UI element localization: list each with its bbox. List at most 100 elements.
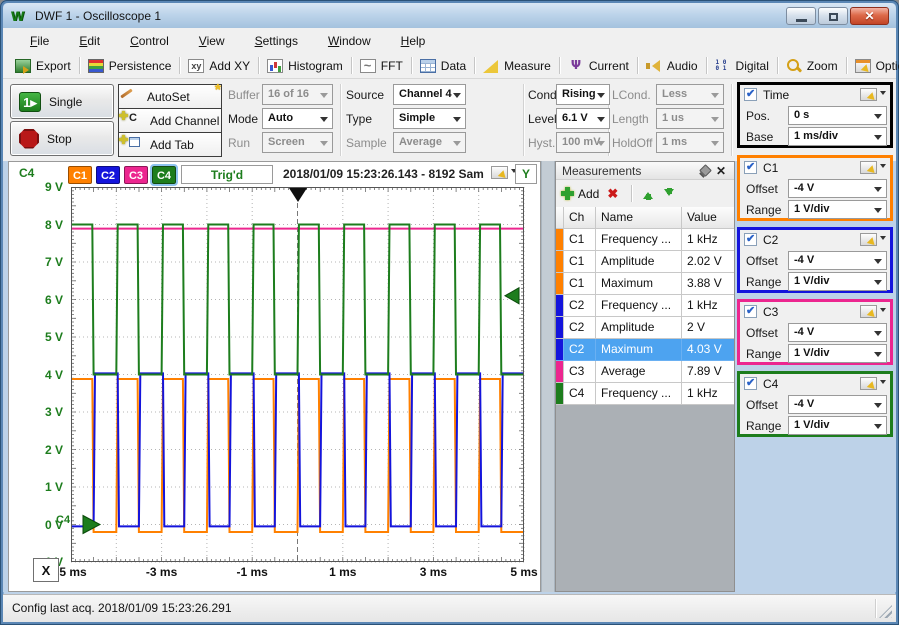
toolbar-measure-button[interactable]: Measure: [477, 57, 557, 75]
combo-hyst[interactable]: 100 mV: [556, 132, 610, 153]
combo-lcond[interactable]: Less: [656, 84, 724, 105]
add-measurement-button[interactable]: Add: [561, 187, 599, 201]
measurement-name: Maximum: [596, 339, 682, 361]
panel-splitter[interactable]: [541, 161, 555, 592]
single-button[interactable]: Single: [10, 84, 114, 119]
y-axis-button[interactable]: Y: [515, 164, 537, 184]
y-axis-channel-label: C4: [19, 166, 34, 180]
toolbar-addxy-button[interactable]: Add XY: [182, 57, 256, 75]
toolbar-audio-button[interactable]: Audio: [640, 57, 704, 75]
add-channel-button[interactable]: Add Channel: [118, 108, 222, 133]
combo-cond[interactable]: Rising: [556, 84, 610, 105]
toolbar-current-button[interactable]: Current: [562, 57, 635, 75]
toolbar-data-button[interactable]: Data: [414, 57, 472, 75]
audio-speaker-icon: [646, 59, 662, 73]
x-axis-button[interactable]: X: [33, 558, 59, 582]
panel-combo-c2-offset[interactable]: -4 V: [788, 251, 887, 270]
measurement-row[interactable]: C2Frequency ...1 kHz: [556, 295, 734, 317]
minimize-button[interactable]: [786, 7, 816, 25]
toolbar-persistence-button[interactable]: Persistence: [82, 57, 178, 75]
menu-item-edit[interactable]: Edit: [66, 31, 113, 51]
combo-run[interactable]: Screen: [262, 132, 333, 153]
pin-icon[interactable]: [698, 165, 710, 177]
channel-button-c4[interactable]: C4: [152, 166, 176, 184]
menu-item-file[interactable]: File: [17, 31, 62, 51]
column-header-value[interactable]: Value: [682, 207, 734, 229]
checkbox-c1[interactable]: [744, 161, 757, 174]
panel-combo-time-pos[interactable]: 0 s: [788, 106, 887, 125]
toolbar-options-button[interactable]: Options: [849, 57, 899, 75]
maximize-button[interactable]: [818, 7, 848, 25]
autoset-button[interactable]: AutoSet: [118, 84, 222, 109]
combo-type[interactable]: Simple: [393, 108, 466, 129]
panel-title-c3: C3: [763, 305, 778, 319]
measurement-row[interactable]: C2Maximum4.03 V: [556, 339, 734, 361]
combo-sample[interactable]: Average: [393, 132, 466, 153]
toolbar-separator: [79, 57, 80, 74]
plot-options-button[interactable]: [491, 166, 517, 179]
measurement-row[interactable]: C3Average7.89 V: [556, 361, 734, 383]
panel-options-button[interactable]: [860, 161, 886, 174]
measurement-row[interactable]: C1Frequency ...1 kHz: [556, 229, 734, 251]
toolbar-separator: [777, 57, 778, 74]
channel-button-c3[interactable]: C3: [124, 166, 148, 184]
close-panel-icon[interactable]: [716, 164, 728, 176]
combo-holdoff[interactable]: 1 ms: [656, 132, 724, 153]
measurement-row[interactable]: C1Amplitude2.02 V: [556, 251, 734, 273]
menu-item-window[interactable]: Window: [315, 31, 384, 51]
close-button[interactable]: ✕: [850, 7, 889, 25]
panel-options-button[interactable]: [860, 88, 886, 101]
measurement-row[interactable]: C2Amplitude2 V: [556, 317, 734, 339]
panel-options-button[interactable]: [860, 233, 886, 246]
column-header-ch[interactable]: Ch: [564, 207, 596, 229]
add-tab-button[interactable]: Add Tab: [118, 132, 222, 157]
move-down-button[interactable]: [663, 187, 676, 201]
combo-length[interactable]: 1 us: [656, 108, 724, 129]
menu-item-help[interactable]: Help: [388, 31, 439, 51]
toolbar-histogram-button[interactable]: Histogram: [261, 57, 349, 75]
panel-title-c4: C4: [763, 377, 778, 391]
menu-item-view[interactable]: View: [186, 31, 238, 51]
column-header-name[interactable]: Name: [596, 207, 682, 229]
measurement-channel: C3: [564, 361, 596, 383]
toolbar-export-button[interactable]: Export: [9, 57, 77, 75]
autoset-wand-icon: [125, 89, 142, 104]
measurement-row[interactable]: C4Frequency ...1 kHz: [556, 383, 734, 405]
panel-combo-time-base[interactable]: 1 ms/div: [788, 127, 887, 146]
combo-level[interactable]: 6.1 V: [556, 108, 610, 129]
panel-combo-c4-range[interactable]: 1 V/div: [788, 416, 887, 435]
channel-button-c2[interactable]: C2: [96, 166, 120, 184]
panel-options-button[interactable]: [860, 377, 886, 390]
panel-combo-c4-offset[interactable]: -4 V: [788, 395, 887, 414]
separator: [340, 84, 341, 156]
panel-combo-c1-range[interactable]: 1 V/div: [788, 200, 887, 219]
title-bar[interactable]: DWF 1 - Oscilloscope 1 ✕: [3, 3, 896, 28]
remove-measurement-button[interactable]: [607, 187, 621, 201]
checkbox-time[interactable]: [744, 88, 757, 101]
stop-button[interactable]: Stop: [10, 121, 114, 156]
toolbar-fft-button[interactable]: FFT: [354, 57, 409, 75]
checkbox-c4[interactable]: [744, 377, 757, 390]
measurements-title-bar[interactable]: Measurements: [556, 162, 734, 180]
toolbar-digital-button[interactable]: Digital: [709, 57, 775, 75]
combo-source[interactable]: Channel 4: [393, 84, 466, 105]
panel-combo-c1-offset[interactable]: -4 V: [788, 179, 887, 198]
measurement-row[interactable]: C1Maximum3.88 V: [556, 273, 734, 295]
menu-item-settings[interactable]: Settings: [242, 31, 311, 51]
menu-item-control[interactable]: Control: [117, 31, 182, 51]
panel-combo-c2-range[interactable]: 1 V/div: [788, 272, 887, 291]
panel-combo-c3-offset[interactable]: -4 V: [788, 323, 887, 342]
panel-options-button[interactable]: [860, 305, 886, 318]
checkbox-c3[interactable]: [744, 305, 757, 318]
scope-plot-canvas[interactable]: [71, 187, 525, 563]
combo-mode[interactable]: Auto: [262, 108, 333, 129]
resize-grip[interactable]: [879, 605, 892, 618]
checkbox-c2[interactable]: [744, 233, 757, 246]
measurements-table: ChNameValueC1Frequency ...1 kHzC1Amplitu…: [556, 207, 734, 405]
digital-10-01-icon: [715, 59, 731, 73]
panel-combo-c3-range[interactable]: 1 V/div: [788, 344, 887, 363]
channel-button-c1[interactable]: C1: [68, 166, 92, 184]
combo-buffer[interactable]: 16 of 16: [262, 84, 333, 105]
toolbar-zoom-button[interactable]: Zoom: [780, 57, 844, 75]
move-up-button[interactable]: [642, 187, 655, 201]
